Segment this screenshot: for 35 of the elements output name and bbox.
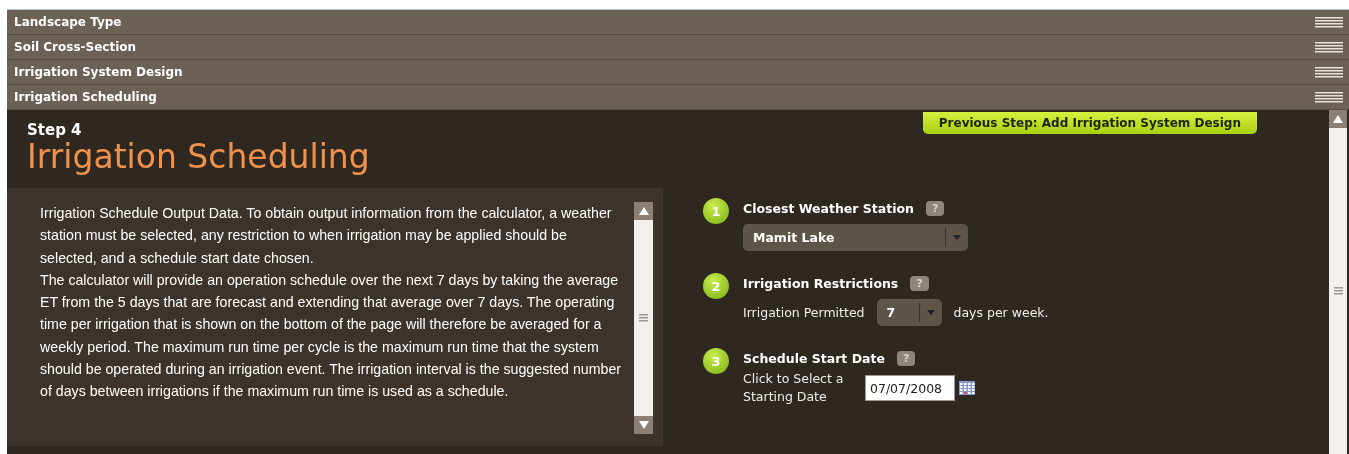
accordion-header[interactable]: Landscape Type: [7, 10, 1349, 35]
days-select[interactable]: 7: [876, 299, 942, 326]
accordion-header[interactable]: Irrigation Scheduling: [7, 85, 1349, 110]
scroll-up-icon[interactable]: [1333, 115, 1343, 123]
grip-icon[interactable]: [1315, 41, 1343, 53]
step-title: Closest Weather Station: [743, 201, 914, 216]
step-title: Schedule Start Date: [743, 351, 885, 366]
accordion-header[interactable]: Irrigation System Design: [7, 60, 1349, 85]
date-input[interactable]: 07/07/2008: [865, 375, 955, 401]
station-select[interactable]: Mamit Lake: [743, 224, 968, 251]
step-title: Irrigation Restrictions: [743, 276, 899, 291]
scroll-thumb-icon[interactable]: [1333, 286, 1343, 296]
scroll-thumb-icon[interactable]: [639, 313, 648, 323]
scrollbar[interactable]: [634, 202, 653, 434]
scroll-up-icon[interactable]: [638, 207, 649, 215]
grip-icon[interactable]: [1315, 66, 1343, 78]
caret-icon: [953, 235, 961, 240]
scroll-down-icon[interactable]: [638, 421, 649, 429]
previous-step-button[interactable]: Previous Step: Add Irrigation System Design: [922, 112, 1257, 134]
step-label: Step 4: [27, 122, 83, 138]
step-number: 1: [703, 198, 729, 224]
step-number: 2: [703, 273, 729, 299]
page-scrollbar[interactable]: [1329, 110, 1347, 454]
accordion-header[interactable]: Soil Cross-Section: [7, 35, 1349, 60]
field-label: Irrigation Permitted: [743, 305, 865, 320]
calendar-icon[interactable]: [959, 381, 975, 395]
description-text: Irrigation Schedule Output Data. To obtain output information from the calculator, a weather station must be selected, any restriction to when irrigation may be applied should be selected, and a schedule start date chosen.: [40, 204, 613, 268]
step-number: 3: [703, 348, 729, 374]
grip-icon[interactable]: [1315, 91, 1343, 103]
field-label: Click to Select a Starting Date: [743, 370, 845, 406]
caret-icon: [926, 310, 935, 315]
page-title: Irrigation Scheduling: [27, 138, 370, 176]
description-text: The calculator will provide an operation schedule over the next 7 days by taking the average ET from the 5 days that are forecast and extending that average over 7 days. The operating time per irrigation that is shown on the bottom of the page will therefore be averaged for a weekly period. The maximum run time per cycle is the maximum run time that the system should be operated during an irrigation event. The irrigation interval is the suggested number of days between irrigations if the maximum run time is used as a schedule.: [40, 270, 622, 402]
field-suffix: days per week.: [953, 305, 1049, 320]
grip-icon[interactable]: [1315, 16, 1343, 28]
